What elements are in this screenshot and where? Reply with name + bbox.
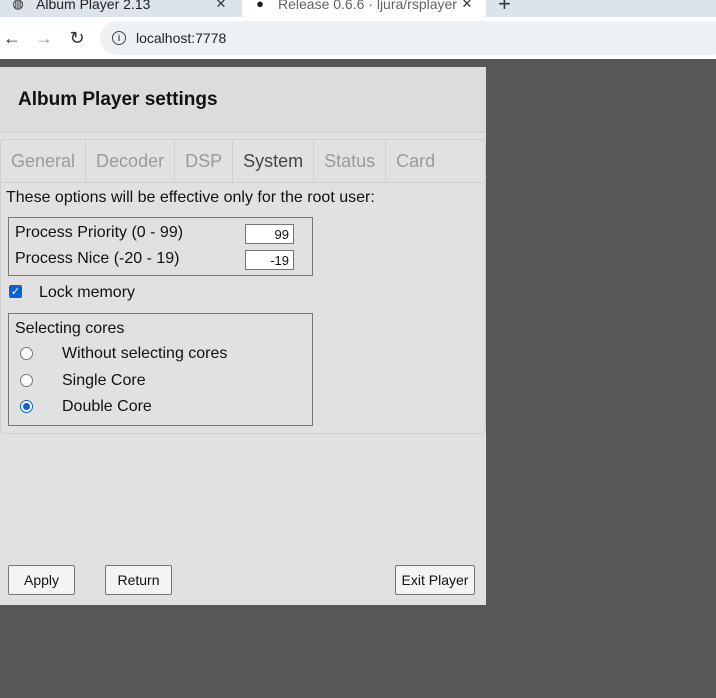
radio-label: Without selecting cores	[62, 345, 228, 362]
browser-tabstrip: ◍ Album Player 2.13 ✕ ● Release 0.6.6 · …	[0, 0, 716, 17]
new-tab-icon[interactable]: +	[498, 0, 511, 17]
tab-system[interactable]: System	[233, 140, 315, 182]
radio-label: Single Core	[62, 372, 146, 389]
close-icon[interactable]: ✕	[212, 0, 230, 12]
close-icon[interactable]: ✕	[458, 0, 476, 12]
radio-label: Double Core	[62, 398, 152, 415]
exit-player-button[interactable]: Exit Player	[395, 565, 475, 595]
tab-card[interactable]: Card	[386, 140, 445, 182]
nice-label: Process Nice (-20 - 19)	[15, 250, 180, 267]
apply-button[interactable]: Apply	[8, 565, 75, 595]
return-button[interactable]: Return	[105, 565, 172, 595]
cores-legend: Selecting cores	[15, 320, 125, 337]
address-url: localhost:7778	[136, 30, 227, 46]
back-arrow-icon[interactable]: ←	[0, 26, 24, 50]
address-bar[interactable]: i localhost:7778	[100, 21, 716, 55]
tab-decoder[interactable]: Decoder	[86, 140, 176, 182]
browser-tab-title: Release 0.6.6 · ljura/rsplayer	[278, 0, 457, 12]
root-user-note: These options will be effective only for…	[6, 189, 375, 206]
tab-dsp[interactable]: DSP	[175, 140, 234, 182]
page-title: Album Player settings	[18, 89, 218, 110]
browser-toolbar: ← → ↻ i localhost:7778	[0, 17, 716, 59]
info-icon[interactable]: i	[112, 31, 126, 45]
lock-memory-label: Lock memory	[39, 284, 136, 301]
browser-tab-release[interactable]: ● Release 0.6.6 · ljura/rsplayer ✕	[242, 0, 486, 17]
tab-status[interactable]: Status	[314, 140, 387, 182]
settings-panel: Album Player settings General Decoder DS…	[0, 67, 486, 605]
radio-single-core[interactable]	[20, 374, 33, 387]
tab-general[interactable]: General	[1, 140, 87, 182]
browser-tab-album-player[interactable]: ◍ Album Player 2.13 ✕	[0, 0, 240, 17]
radio-without-cores[interactable]	[20, 347, 33, 360]
settings-header: Album Player settings	[0, 67, 486, 133]
reload-icon[interactable]: ↻	[65, 26, 89, 50]
radio-double-core[interactable]	[20, 400, 33, 413]
process-fieldset: Process Priority (0 - 99) Process Nice (…	[8, 217, 313, 276]
priority-label: Process Priority (0 - 99)	[15, 224, 184, 241]
priority-input[interactable]	[245, 224, 294, 244]
settings-tabs-panel: General Decoder DSP System Status Card T…	[0, 139, 486, 434]
lock-memory-checkbox[interactable]: ✓	[9, 285, 22, 298]
github-icon: ●	[256, 0, 264, 11]
globe-icon: ◍	[12, 0, 24, 11]
settings-tabbar: General Decoder DSP System Status Card	[1, 140, 485, 183]
cores-fieldset: Selecting cores Without selecting cores …	[8, 313, 313, 426]
browser-tab-title: Album Player 2.13	[36, 0, 151, 12]
nice-input[interactable]	[245, 250, 294, 270]
forward-arrow-icon[interactable]: →	[32, 26, 56, 50]
